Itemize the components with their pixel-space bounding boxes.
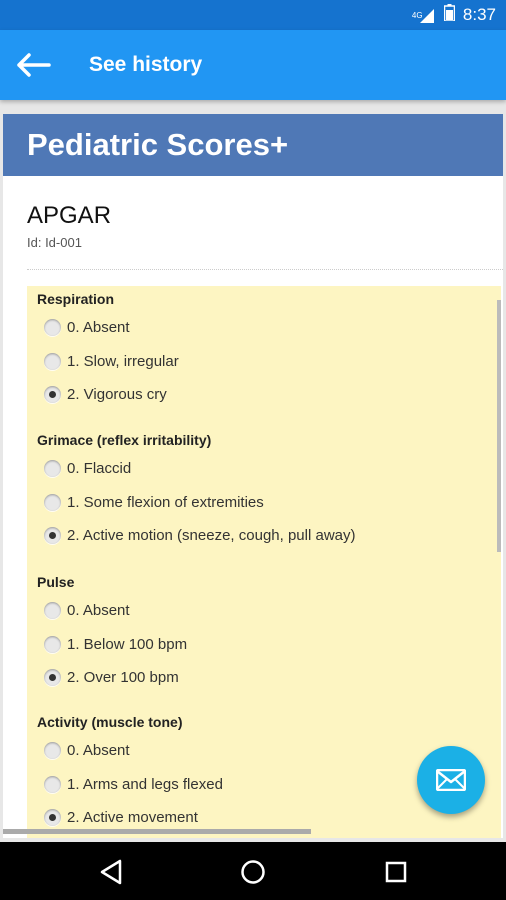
status-bar: 4G 8:37 (0, 0, 506, 30)
section-title: Respiration (37, 291, 115, 307)
nav-recents-button[interactable] (380, 856, 412, 888)
option-grimace-1[interactable]: 1. Some flexion of extremities (37, 486, 356, 520)
option-respiration-2[interactable]: 2. Vigorous cry (37, 378, 179, 412)
section-title: Pulse (37, 574, 75, 590)
radio-button[interactable] (44, 775, 61, 793)
back-button[interactable] (14, 47, 54, 83)
divider (27, 269, 503, 270)
battery-icon (443, 4, 456, 26)
section-title: Activity (muscle tone) (37, 714, 183, 730)
banner-title: Pediatric Scores+ (27, 127, 289, 162)
radio-button[interactable] (44, 352, 61, 370)
nav-back-button[interactable] (95, 856, 127, 888)
option-activity-0[interactable]: 0. Absent (37, 734, 223, 768)
option-label: 2. Over 100 bpm (67, 669, 179, 687)
option-label: 0. Absent (67, 742, 130, 760)
option-label: 1. Some flexion of extremities (67, 493, 264, 511)
option-label: 2. Vigorous cry (67, 386, 167, 404)
app-bar-title: See history (89, 53, 203, 76)
radio-button[interactable] (44, 319, 61, 337)
section-title: Grimace (reflex irritability) (37, 432, 212, 448)
option-activity-1[interactable]: 1. Arms and legs flexed (37, 768, 223, 802)
network-type: 4G (411, 11, 423, 20)
back-arrow-icon (17, 53, 51, 77)
section-respiration: Respiration 0. Absent 1. Slow, irregular… (37, 291, 179, 412)
option-pulse-1[interactable]: 1. Below 100 bpm (37, 628, 187, 662)
option-grimace-0[interactable]: 0. Flaccid (37, 452, 356, 486)
score-title: APGAR (27, 202, 112, 229)
horizontal-scrollbar[interactable] (3, 829, 311, 834)
radio-button[interactable] (44, 602, 61, 620)
option-grimace-2[interactable]: 2. Active motion (sneeze, cough, pull aw… (37, 519, 356, 553)
radio-button[interactable] (44, 742, 61, 760)
signal-icon: 4G (412, 7, 436, 23)
app-banner: Pediatric Scores+ (3, 114, 503, 176)
option-label: 2. Active movement (67, 809, 198, 827)
option-label: 1. Arms and legs flexed (67, 775, 223, 793)
radio-button-selected[interactable] (44, 527, 61, 545)
option-pulse-0[interactable]: 0. Absent (37, 594, 187, 628)
option-respiration-1[interactable]: 1. Slow, irregular (37, 345, 179, 379)
option-respiration-0[interactable]: 0. Absent (37, 311, 179, 345)
option-label: 1. Below 100 bpm (67, 635, 188, 653)
nav-home-button[interactable] (237, 856, 269, 888)
section-pulse: Pulse 0. Absent 1. Below 100 bpm 2. Over… (37, 574, 187, 695)
radio-button-selected[interactable] (44, 669, 61, 687)
radio-button-selected[interactable] (44, 386, 61, 404)
section-activity: Activity (muscle tone) 0. Absent 1. Arms… (37, 714, 223, 835)
option-label: 0. Absent (67, 319, 130, 337)
recents-square-icon (385, 861, 407, 883)
section-grimace: Grimace (reflex irritability) 0. Flaccid… (37, 432, 356, 553)
status-icons: 4G 8:37 (412, 0, 496, 30)
radio-button[interactable] (44, 460, 61, 478)
option-label: 1. Slow, irregular (67, 352, 179, 370)
status-time: 8:37 (462, 5, 496, 24)
navigation-bar (0, 842, 506, 900)
app-bar: See history (0, 30, 506, 100)
home-circle-icon (241, 860, 265, 884)
score-card: Pediatric Scores+ APGAR Id: Id-001 Respi… (3, 114, 503, 838)
back-triangle-icon (100, 859, 122, 885)
mail-icon (436, 769, 466, 791)
option-label: 0. Flaccid (67, 460, 132, 478)
option-label: 0. Absent (67, 602, 130, 620)
radio-button[interactable] (44, 635, 61, 653)
vertical-scrollbar[interactable] (497, 300, 501, 552)
option-pulse-2[interactable]: 2. Over 100 bpm (37, 661, 187, 695)
score-id: Id: Id-001 (27, 235, 82, 250)
radio-button-selected[interactable] (44, 809, 61, 827)
option-label: 2. Active motion (sneeze, cough, pull aw… (67, 527, 356, 545)
email-fab-button[interactable] (417, 746, 485, 814)
radio-button[interactable] (44, 493, 61, 511)
